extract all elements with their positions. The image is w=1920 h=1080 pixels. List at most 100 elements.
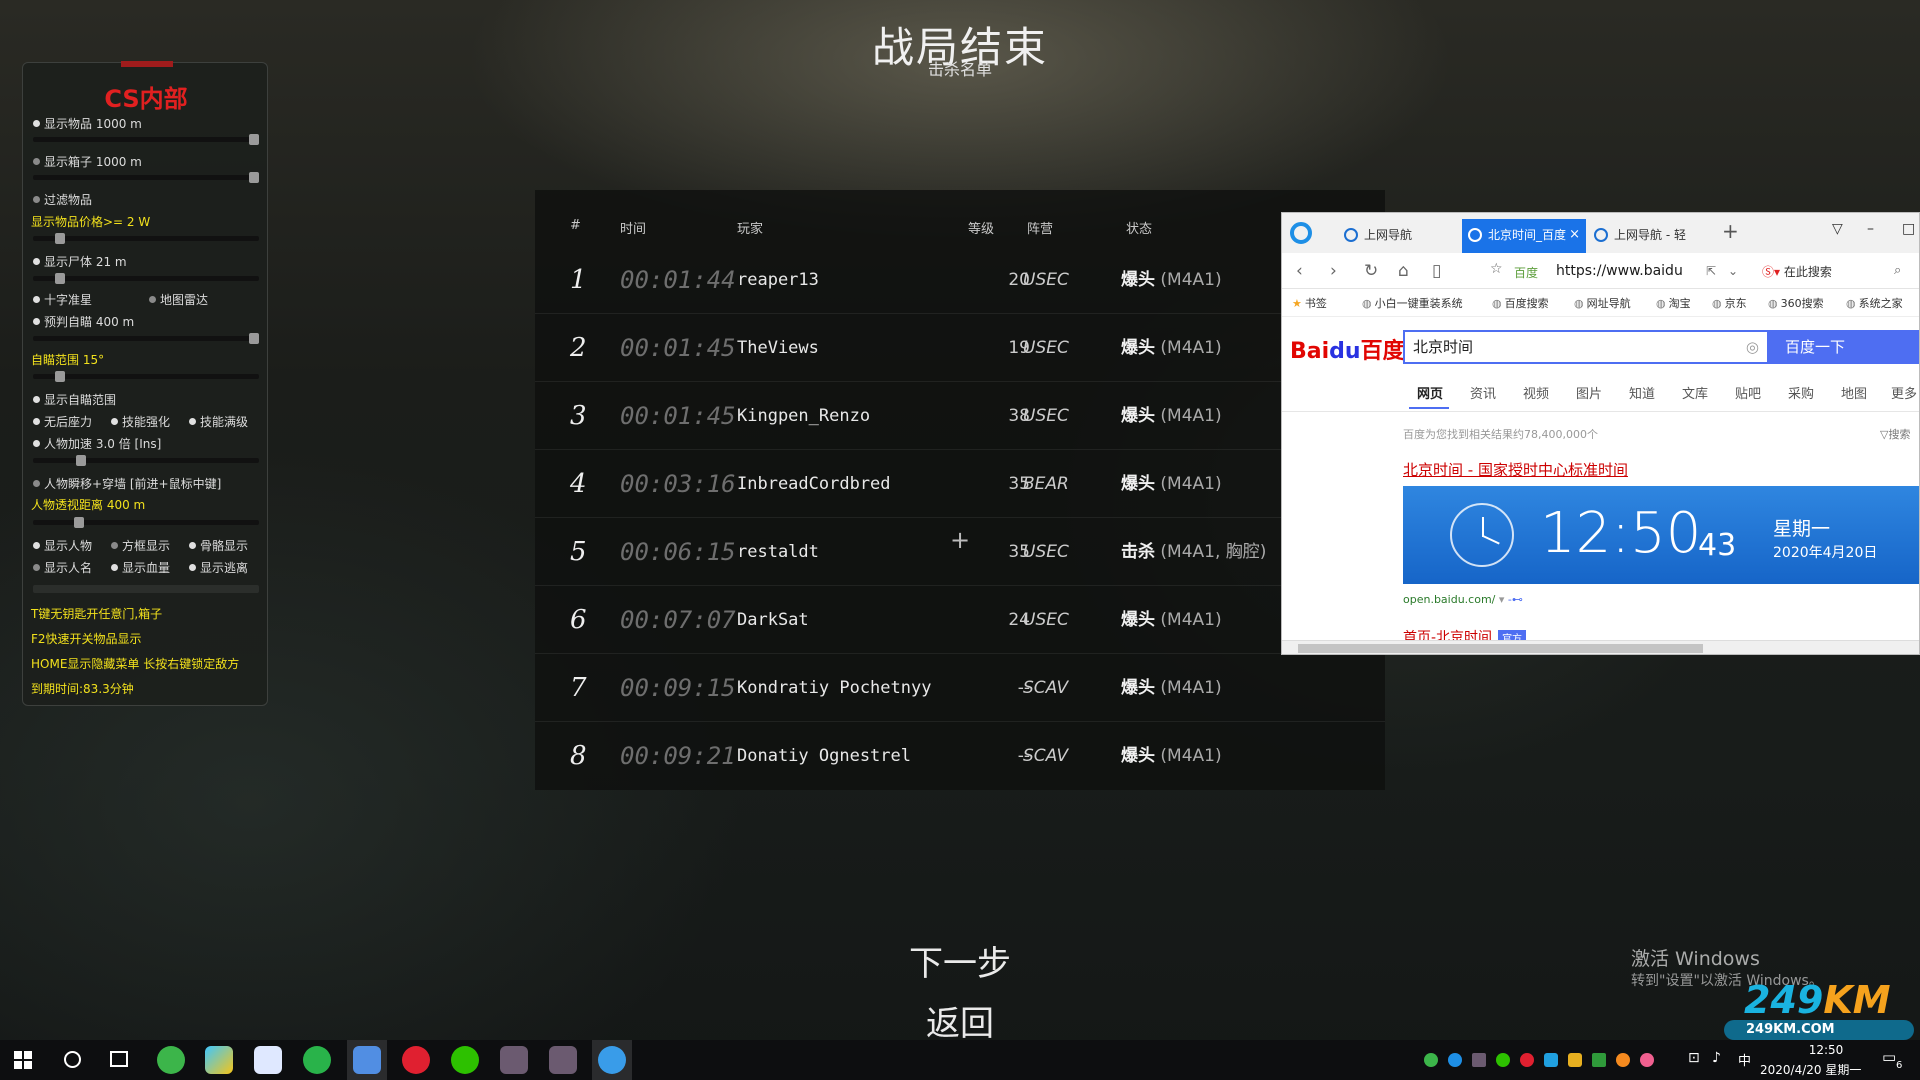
baidu-logo[interactable]: Baidu百度	[1290, 333, 1405, 365]
slider-aim-range[interactable]	[33, 371, 259, 382]
tab-nav-1[interactable]: 上网导航	[1338, 219, 1448, 253]
toggle-skill-max[interactable]: 技能满级	[189, 413, 248, 430]
home-icon[interactable]: ⌂	[1398, 261, 1409, 281]
toggle-map-radar[interactable]: 地图雷达	[149, 291, 208, 308]
app-icon-feather[interactable]	[254, 1046, 282, 1074]
camera-icon[interactable]: ◎	[1746, 332, 1759, 362]
slider-items[interactable]	[33, 134, 259, 145]
tray-icon-browser[interactable]	[1448, 1053, 1462, 1067]
refresh-icon[interactable]: ↻	[1364, 261, 1378, 281]
slider-knob[interactable]	[54, 273, 65, 284]
tab-image[interactable]: 图片	[1576, 383, 1602, 402]
tray-icon-pink[interactable]	[1640, 1053, 1654, 1067]
close-icon[interactable]: ×	[1569, 219, 1580, 251]
tab-beijing-time[interactable]: 北京时间_百度 ×	[1462, 219, 1586, 253]
slider-bodies[interactable]	[33, 273, 259, 284]
cortana-search-icon[interactable]	[64, 1051, 81, 1068]
slider-predict[interactable]	[33, 333, 259, 344]
share-icon[interactable]: ⇱	[1706, 264, 1716, 278]
tab-video[interactable]: 视频	[1523, 383, 1549, 402]
toggle-show-items[interactable]: 显示物品 1000 m	[33, 115, 142, 132]
search-input[interactable]: 北京时间 ◎	[1403, 330, 1767, 364]
bookmark-item[interactable]: ◍ 京东	[1712, 295, 1747, 311]
search-button[interactable]: 百度一下	[1767, 330, 1919, 364]
toggle-skill-boost[interactable]: 技能强化	[111, 413, 170, 430]
toggle-show-hp[interactable]: 显示血量	[111, 559, 170, 576]
tray-icon-monitor[interactable]	[1592, 1053, 1606, 1067]
ime-indicator[interactable]: 中	[1738, 1050, 1751, 1069]
slider-speed[interactable]	[33, 455, 259, 466]
network-icon[interactable]: ⊡	[1688, 1050, 1700, 1066]
tab-tieba[interactable]: 贴吧	[1735, 383, 1761, 402]
app-icon-player[interactable]	[205, 1046, 233, 1074]
app-icon-wechat[interactable]	[451, 1046, 479, 1074]
toggle-box-esp[interactable]: 方框显示	[111, 537, 170, 554]
tray-icon-app[interactable]	[1568, 1053, 1582, 1067]
app-icon-game-2[interactable]	[549, 1046, 577, 1074]
slider-knob[interactable]	[76, 455, 87, 466]
bookmark-item[interactable]: ◍ 小白一键重装系统	[1362, 295, 1463, 311]
clock-date[interactable]: 2020/4/20 星期一	[1760, 1061, 1861, 1078]
url-input[interactable]: https://www.baidu	[1556, 263, 1683, 279]
tray-icon-feather[interactable]	[1544, 1053, 1558, 1067]
slider-knob[interactable]	[74, 517, 85, 528]
slider-boxes[interactable]	[33, 172, 259, 183]
next-step-button[interactable]: 下一步	[860, 936, 1060, 985]
maximize-button[interactable]: □	[1902, 221, 1915, 237]
toggle-show-exit[interactable]: 显示逃离	[189, 559, 248, 576]
toggle-speed[interactable]: 人物加速 3.0 倍 [Ins]	[33, 435, 161, 452]
tray-icon-wechat[interactable]	[1496, 1053, 1510, 1067]
browser-logo-icon[interactable]	[1290, 222, 1312, 244]
slider-esp-distance[interactable]	[33, 517, 259, 528]
tray-icon-360[interactable]	[1424, 1053, 1438, 1067]
search-engine-box[interactable]: Ⓢ▾ 在此搜索	[1762, 263, 1832, 280]
scrollbar-thumb[interactable]	[1298, 644, 1703, 653]
clock-time[interactable]: 12:50	[1776, 1043, 1876, 1057]
new-tab-button[interactable]: +	[1722, 219, 1739, 243]
notification-icon[interactable]: ▭	[1882, 1048, 1896, 1066]
bookmark-item[interactable]: ◍ 百度搜索	[1492, 295, 1549, 311]
tab-more[interactable]: 更多	[1891, 383, 1917, 402]
tab-web[interactable]: 网页	[1417, 383, 1443, 402]
volume-icon[interactable]: ♪	[1712, 1050, 1721, 1066]
slider-price[interactable]	[33, 233, 259, 244]
windows-start-icon[interactable]	[14, 1051, 32, 1069]
tray-icon-orange[interactable]	[1616, 1053, 1630, 1067]
toggle-teleport[interactable]: 人物瞬移+穿墙 [前进+鼠标中键]	[33, 475, 221, 492]
bookmark-item[interactable]: ◍ 360搜索	[1768, 295, 1824, 311]
search-icon[interactable]: ⌕	[1894, 263, 1901, 278]
slider-knob[interactable]	[249, 134, 259, 145]
slider-knob[interactable]	[249, 333, 259, 344]
bookmark-item[interactable]: ◍ 系统之家	[1846, 295, 1903, 311]
menu-drag-handle[interactable]	[121, 61, 173, 67]
toggle-predict-aim[interactable]: 预判自瞄 400 m	[33, 313, 134, 330]
app-icon-360[interactable]	[303, 1046, 331, 1074]
result-url[interactable]: open.baidu.com/ ▾ -⊷	[1403, 593, 1523, 606]
slider-knob[interactable]	[249, 172, 259, 183]
app-icon-game-1[interactable]	[500, 1046, 528, 1074]
toggle-show-person[interactable]: 显示人物	[33, 537, 92, 554]
toggle-show-bodies[interactable]: 显示尸体 21 m	[33, 253, 127, 270]
app-icon-netease-music[interactable]	[402, 1046, 430, 1074]
star-icon[interactable]: ☆	[1490, 261, 1503, 277]
app-icon-gamepad[interactable]	[347, 1040, 387, 1080]
toggle-crosshair[interactable]: 十字准星	[33, 291, 92, 308]
toggle-show-aim-range[interactable]: 显示自瞄范围	[33, 391, 116, 408]
tray-icon-music[interactable]	[1520, 1053, 1534, 1067]
toggle-show-boxes[interactable]: 显示箱子 1000 m	[33, 153, 142, 170]
result-title-link[interactable]: 北京时间 - 国家授时中心标准时间	[1403, 459, 1628, 480]
slider-knob[interactable]	[54, 371, 65, 382]
slider-knob[interactable]	[54, 233, 65, 244]
task-view-icon[interactable]	[110, 1051, 128, 1067]
tray-icon-game[interactable]	[1472, 1053, 1486, 1067]
tab-zhidao[interactable]: 知道	[1629, 383, 1655, 402]
horizontal-scrollbar[interactable]	[1282, 640, 1919, 654]
bookmark-item[interactable]: ◍ 网址导航	[1574, 295, 1631, 311]
shirt-icon[interactable]: ▽	[1832, 221, 1843, 237]
search-tools-link[interactable]: ▽搜索	[1880, 426, 1910, 442]
tab-wenku[interactable]: 文库	[1682, 383, 1708, 402]
tab-buy[interactable]: 采购	[1788, 383, 1814, 402]
app-icon-browser-green[interactable]	[157, 1046, 185, 1074]
bookmark-star[interactable]: ★ 书签	[1292, 295, 1327, 311]
toggle-no-recoil[interactable]: 无后座力	[33, 413, 92, 430]
